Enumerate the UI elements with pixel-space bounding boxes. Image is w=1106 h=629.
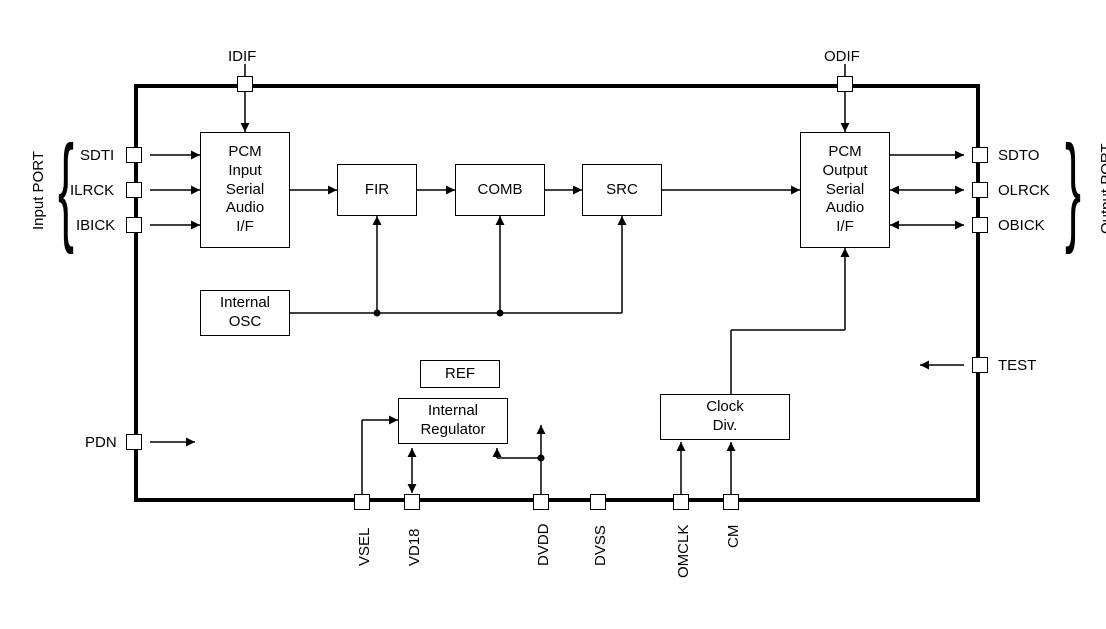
pin-ibick	[126, 217, 142, 233]
label-vsel: VSEL	[356, 528, 373, 566]
block-pcm-input: PCM Input Serial Audio I/F	[200, 132, 290, 248]
pin-sdto	[972, 147, 988, 163]
label-output-port: Output PORT	[1098, 143, 1106, 234]
label-cm: CM	[725, 525, 742, 548]
label-ibick: IBICK	[76, 217, 115, 234]
label-sdti: SDTI	[80, 147, 114, 164]
block-src: SRC	[582, 164, 662, 216]
pin-idif	[237, 76, 253, 92]
label-idif: IDIF	[228, 48, 256, 65]
pin-odif	[837, 76, 853, 92]
pin-pdn	[126, 434, 142, 450]
block-comb: COMB	[455, 164, 545, 216]
block-diagram: PCM Input Serial Audio I/F FIR COMB SRC …	[0, 0, 1106, 629]
label-omclk: OMCLK	[675, 525, 692, 578]
pin-vsel	[354, 494, 370, 510]
block-ref: REF	[420, 360, 500, 388]
pin-dvss	[590, 494, 606, 510]
label-dvss: DVSS	[592, 525, 609, 566]
label-vd18: VD18	[406, 528, 423, 566]
pin-omclk	[673, 494, 689, 510]
block-internal-osc: Internal OSC	[200, 290, 290, 336]
label-sdto: SDTO	[998, 147, 1039, 164]
label-input-port: Input PORT	[30, 151, 47, 230]
label-test: TEST	[998, 357, 1036, 374]
pin-sdti	[126, 147, 142, 163]
label-olrck: OLRCK	[998, 182, 1050, 199]
block-clock-div: Clock Div.	[660, 394, 790, 440]
label-ilrck: ILRCK	[70, 182, 114, 199]
label-pdn: PDN	[85, 434, 117, 451]
label-dvdd: DVDD	[535, 523, 552, 566]
block-fir: FIR	[337, 164, 417, 216]
pin-olrck	[972, 182, 988, 198]
pin-ilrck	[126, 182, 142, 198]
pin-cm	[723, 494, 739, 510]
label-obick: OBICK	[998, 217, 1045, 234]
label-odif: ODIF	[824, 48, 860, 65]
pin-test	[972, 357, 988, 373]
pin-dvdd	[533, 494, 549, 510]
brace-output: }	[1065, 128, 1081, 248]
pin-obick	[972, 217, 988, 233]
block-pcm-output: PCM Output Serial Audio I/F	[800, 132, 890, 248]
pin-vd18	[404, 494, 420, 510]
brace-input: {	[58, 128, 74, 248]
wires	[0, 0, 1106, 629]
block-internal-regulator: Internal Regulator	[398, 398, 508, 444]
